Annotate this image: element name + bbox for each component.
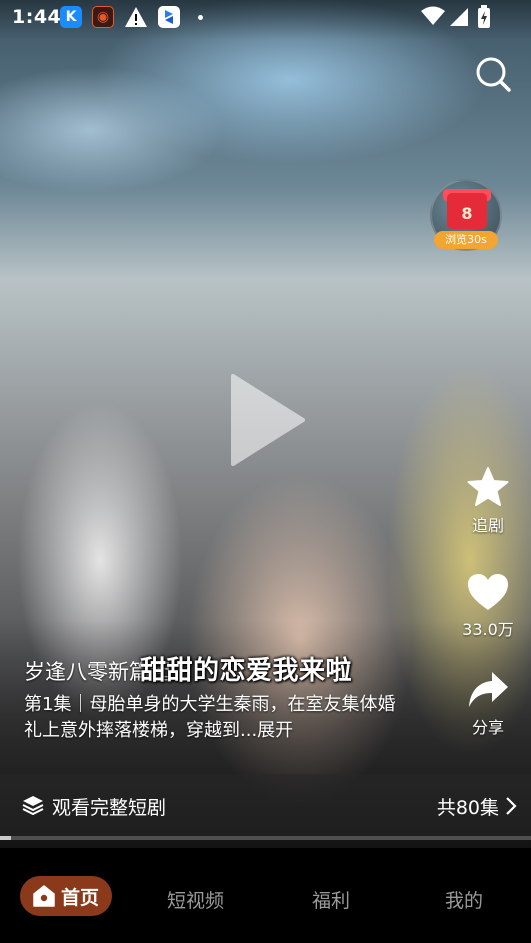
watch-full-drama-label: 观看完整短剧 [52, 797, 167, 819]
heart-icon [468, 574, 508, 610]
star-icon [467, 467, 509, 506]
chevron-right-icon [506, 797, 517, 815]
layers-icon [22, 796, 44, 815]
nav-welfare-tab[interactable]: 福利 [312, 886, 350, 913]
nav-short-video-tab[interactable]: 短视频 [167, 886, 224, 913]
blue-app-icon [158, 6, 180, 28]
bottom-navigation: 首页 短视频 福利 我的 [0, 848, 531, 943]
status-time: 1:44 [12, 6, 62, 28]
nav-home-label: 首页 [60, 886, 99, 909]
share-label: 分享 [471, 718, 504, 737]
warning-icon [124, 5, 148, 29]
video-progress-fill [0, 836, 11, 840]
circle-app-icon: ◉ [92, 6, 114, 28]
follow-drama-button[interactable]: 追剧 [458, 466, 518, 536]
signal-icon [449, 7, 469, 31]
video-subtitle: 甜甜的恋爱我来啦 [140, 656, 353, 686]
nav-home-tab[interactable]: 首页 [20, 876, 112, 916]
share-arrow-icon [469, 672, 508, 707]
notification-dot [198, 15, 203, 20]
episode-description[interactable]: 第1集｜母胎单身的大学生秦雨，在室友集体婚礼上意外摔落楼梯，穿越到...展开 [24, 692, 404, 744]
battery-icon [477, 5, 491, 33]
share-button[interactable]: 分享 [458, 670, 518, 738]
search-icon [476, 57, 511, 92]
like-button[interactable]: 33.0万 [458, 572, 518, 640]
reward-count: 8 [461, 204, 473, 223]
k-app-icon: K [60, 6, 82, 28]
like-count: 33.0万 [462, 620, 514, 639]
play-icon[interactable] [227, 372, 307, 468]
nav-profile-tab[interactable]: 我的 [445, 886, 483, 913]
video-progress-bar[interactable] [0, 836, 531, 840]
wifi-icon [421, 6, 445, 30]
episode-count: 共80集 [436, 797, 499, 819]
status-bar: 1:44 K ◉ [0, 0, 531, 34]
reward-timer-badge[interactable]: 8 浏览30s [430, 179, 502, 251]
home-icon [33, 885, 55, 907]
follow-label: 追剧 [471, 516, 504, 535]
reward-label: 浏览30s [434, 231, 498, 249]
watch-full-drama-bar[interactable]: 观看完整短剧 共80集 [0, 774, 531, 836]
search-button[interactable] [473, 54, 513, 94]
